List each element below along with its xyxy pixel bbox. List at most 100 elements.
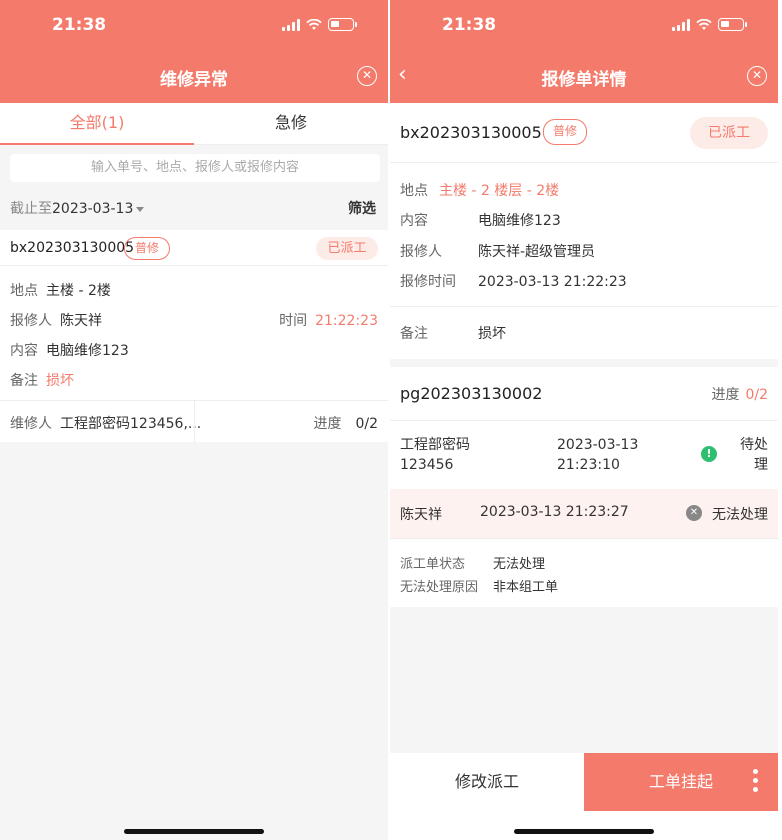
content-row: 内容 电脑维修123: [10, 340, 129, 360]
home-indicator: [514, 829, 654, 834]
reporter-row: 报修人 陈天祥-超级管理员: [400, 241, 595, 261]
remark-value: 损坏: [478, 326, 506, 342]
dispatch-progress: 进度 0/2: [711, 384, 768, 404]
detail-section: 地点 主楼 - 2 楼层 - 2楼 内容 电脑维修123 报修人 陈天祥-超级管理员 …: [390, 163, 778, 306]
status-badge: 已派工: [316, 237, 378, 260]
reason-value: 非本组工单: [493, 580, 559, 595]
location-value: 主楼 - 2楼: [46, 283, 111, 299]
order-number: bx202303130005: [10, 240, 135, 256]
battery-icon: [718, 18, 747, 31]
signal-icon: [282, 18, 300, 31]
repair-detail-screen: 21:38 ‹ 报修单详情 ✕ bx202303130005 普修 已派工 地点…: [390, 0, 778, 840]
header: 21:38 ‹ 报修单详情 ✕: [390, 0, 778, 103]
card-footer: 维修人 工程部密码123456,... 进度 0/2: [0, 400, 388, 443]
time-row: 时间 21:22:23: [279, 310, 378, 330]
battery-icon: [328, 18, 357, 31]
handle-status: 无法处理: [712, 507, 768, 523]
content-value: 电脑维修123: [46, 343, 129, 359]
location-value: 主楼 - 2 楼层 - 2楼: [439, 183, 560, 199]
time-label: 时间: [279, 313, 308, 329]
date-prefix: 截止至: [10, 201, 52, 217]
reporter-value: 陈天祥: [60, 313, 102, 329]
filter-row: 截止至2023-03-13 筛选: [10, 196, 376, 220]
wifi-icon: [696, 18, 712, 30]
divider: [194, 401, 195, 443]
report-time-label: 报修时间: [400, 274, 456, 290]
location-label: 地点: [10, 283, 38, 299]
assign-status-line1: 待处: [740, 437, 768, 453]
search-input[interactable]: 输入单号、地点、报修人或报修内容: [10, 154, 380, 182]
bottom-area: [390, 811, 778, 840]
repairer-label: 维修人: [10, 416, 52, 432]
progress-row: 进度 0/2: [313, 413, 378, 433]
repair-card[interactable]: bx202303130005 普修 已派工 地点 主楼 - 2楼 报修人 陈天祥 时…: [0, 230, 388, 443]
filter-button[interactable]: 筛选: [348, 198, 376, 218]
repairer-row: 维修人 工程部密码123456,...: [10, 413, 201, 433]
date-filter[interactable]: 截止至2023-03-13: [10, 198, 145, 218]
state-value: 无法处理: [493, 557, 546, 572]
reporter-value: 陈天祥-超级管理员: [478, 244, 596, 260]
progress-value: 0/2: [745, 387, 768, 403]
assign-time: 21:23:10: [557, 457, 620, 473]
reason-label: 无法处理原因: [400, 580, 479, 595]
report-time-value: 2023-03-13 21:22:23: [478, 274, 627, 290]
hang-up-label: 工单挂起: [648, 772, 713, 791]
date-value: 2023-03-13: [52, 201, 134, 217]
more-dots-icon[interactable]: [753, 769, 758, 796]
status-time: 21:38: [52, 15, 107, 35]
assignee-line1: 工程部密码: [400, 437, 470, 453]
action-bar: 修改派工 工单挂起: [390, 753, 778, 811]
page-title: 维修异常: [160, 70, 228, 90]
tab-bar: 全部(1) 急修: [0, 103, 388, 145]
progress-label: 进度: [711, 387, 740, 403]
exclamation-circle-icon: !: [701, 446, 717, 462]
tab-all[interactable]: 全部(1): [0, 103, 194, 145]
assignee-row: 工程部密码 123456 2023-03-13 21:23:10 ! 待处 理: [390, 421, 778, 489]
repairer-value: 工程部密码123456,...: [60, 416, 202, 432]
dispatch-state-section: 派工单状态 无法处理 无法处理原因 非本组工单: [390, 539, 778, 607]
card-header: bx202303130005 普修 已派工: [0, 230, 388, 266]
progress-label: 进度: [313, 416, 342, 432]
remark-label: 备注: [400, 326, 428, 342]
remark-value: 损坏: [46, 373, 74, 389]
status-icons: [672, 18, 747, 31]
close-circle-icon[interactable]: ✕: [357, 66, 377, 86]
order-header: bx202303130005 普修 已派工: [390, 103, 778, 162]
state-label: 派工单状态: [400, 557, 466, 572]
remark-row: 备注 损坏: [400, 323, 506, 343]
status-time: 21:38: [442, 15, 497, 35]
hang-up-button[interactable]: 工单挂起: [584, 753, 778, 811]
status-badge: 已派工: [690, 117, 768, 149]
assign-datetime: 2023-03-13 21:23:10: [557, 435, 638, 475]
handle-time: 2023-03-13 21:23:27: [480, 504, 629, 520]
wifi-icon: [306, 18, 322, 30]
state-row: 派工单状态 无法处理: [400, 553, 545, 572]
tab-urgent[interactable]: 急修: [194, 103, 388, 144]
handler-row: 陈天祥 2023-03-13 21:23:27 ✕ 无法处理: [390, 489, 778, 538]
close-circle-icon[interactable]: ✕: [747, 66, 767, 86]
report-time-row: 报修时间 2023-03-13 21:22:23: [400, 271, 627, 291]
page-title: 报修单详情: [541, 70, 627, 90]
home-indicator: [124, 829, 264, 834]
type-badge: 普修: [543, 119, 587, 145]
content-value: 电脑维修123: [478, 213, 561, 229]
remark-label: 备注: [10, 373, 38, 389]
caret-down-icon: [136, 206, 145, 212]
content-label: 内容: [10, 343, 38, 359]
modify-dispatch-button[interactable]: 修改派工: [390, 753, 584, 811]
assignee-line2: 123456: [400, 457, 454, 473]
assign-date: 2023-03-13: [557, 437, 639, 453]
x-circle-icon: ✕: [686, 505, 702, 521]
assignee-name: 工程部密码 123456: [400, 435, 470, 475]
assign-status: 待处 理: [740, 435, 768, 475]
progress-value: 0/2: [355, 416, 378, 432]
content-row: 内容 电脑维修123: [400, 210, 561, 230]
location-label: 地点: [400, 183, 428, 199]
assign-status-line2: 理: [754, 457, 768, 473]
signal-icon: [672, 18, 690, 31]
reporter-label: 报修人: [10, 313, 52, 329]
time-value: 21:22:23: [315, 313, 378, 329]
location-row: 地点 主楼 - 2楼: [10, 280, 111, 300]
status-icons: [282, 18, 357, 31]
remark-row: 备注 损坏: [10, 370, 74, 390]
